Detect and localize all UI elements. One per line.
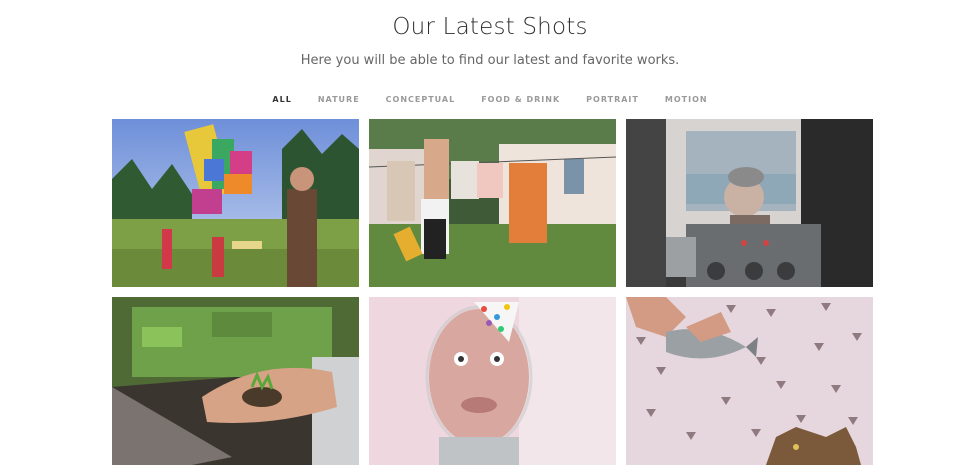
filter-motion[interactable]: MOTION (665, 95, 708, 104)
seedling-hand-image (112, 297, 359, 465)
fish-cat-image (626, 297, 873, 465)
filter-all[interactable]: ALL (272, 95, 291, 104)
party-hat-face-image (369, 297, 616, 465)
page-title: Our Latest Shots (392, 14, 588, 40)
filter-food-drink[interactable]: FOOD & DRINK (481, 95, 560, 104)
gallery-item-pinata-party[interactable] (112, 119, 359, 287)
gallery-item-laundry-line[interactable] (369, 119, 616, 287)
filter-portrait[interactable]: PORTRAIT (586, 95, 639, 104)
photo-grid (112, 119, 873, 465)
page-subtitle: Here you will be able to find our latest… (300, 53, 680, 68)
filter-conceptual[interactable]: CONCEPTUAL (386, 95, 456, 104)
filter-bar: ALL NATURE CONCEPTUAL FOOD & DRINK PORTR… (0, 95, 980, 104)
gallery-item-party-hat-face[interactable] (369, 297, 616, 465)
pinata-party-image (112, 119, 359, 287)
laundry-line-image (369, 119, 616, 287)
elderly-woman-machine-image (626, 119, 873, 287)
gallery-item-elderly-woman-machine[interactable] (626, 119, 873, 287)
filter-nature[interactable]: NATURE (318, 95, 360, 104)
gallery-page: Our Latest Shots Here you will be able t… (0, 0, 980, 471)
gallery-item-seedling-hand[interactable] (112, 297, 359, 465)
gallery-item-fish-cat[interactable] (626, 297, 873, 465)
